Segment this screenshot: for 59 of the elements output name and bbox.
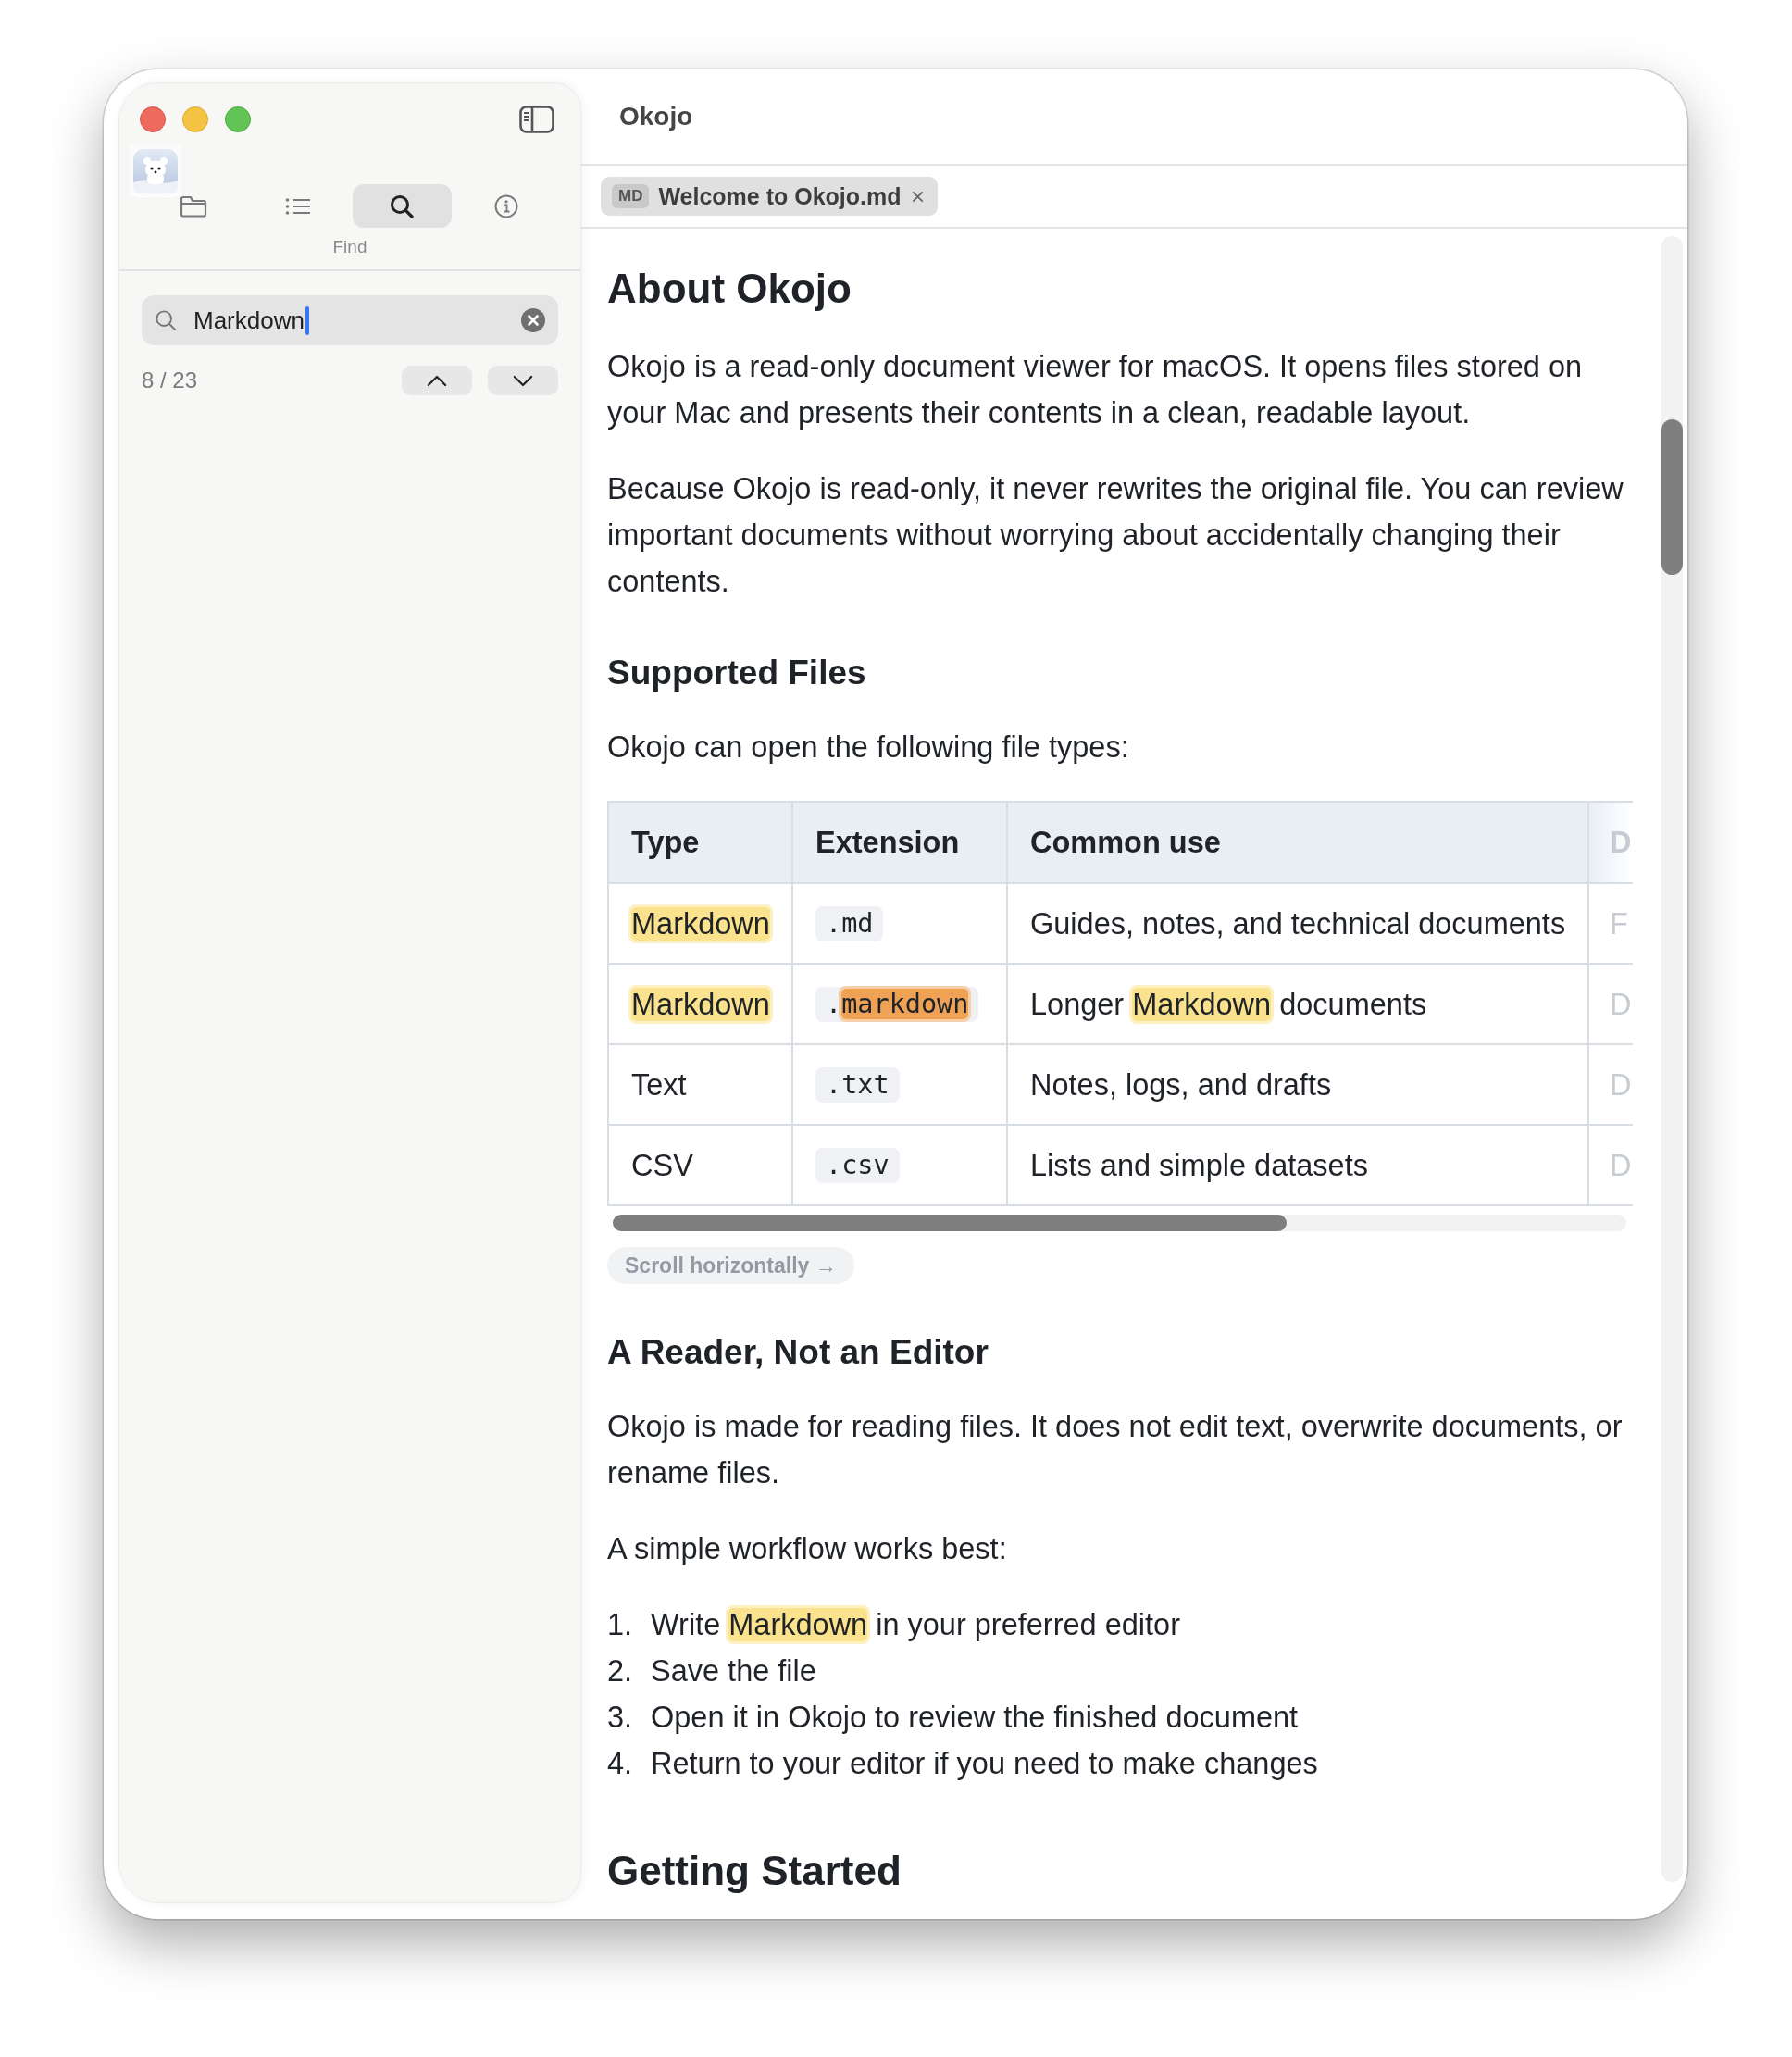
list-item: Save the file bbox=[651, 1653, 816, 1689]
scroll-hint: Scroll horizontally → bbox=[607, 1247, 854, 1284]
search-icon bbox=[390, 193, 415, 218]
folder-icon bbox=[180, 194, 208, 218]
list-number: 1. bbox=[607, 1607, 634, 1643]
scrollbar-thumb[interactable] bbox=[613, 1215, 1287, 1231]
close-icon[interactable] bbox=[910, 189, 925, 204]
list-item: Return to your editor if you need to make changes bbox=[651, 1746, 1318, 1782]
column-header: Common use bbox=[1007, 802, 1588, 883]
info-icon bbox=[493, 193, 518, 218]
file-type-badge: MD bbox=[612, 184, 650, 208]
list-number: 3. bbox=[607, 1700, 634, 1736]
text-caret-icon bbox=[305, 305, 309, 335]
list-item: Write Markdown in your preferred editor bbox=[651, 1607, 1180, 1643]
list-number: 4. bbox=[607, 1746, 634, 1782]
window-title: Okojo bbox=[619, 102, 693, 131]
match-count: 8 / 23 bbox=[142, 368, 198, 393]
search-field[interactable]: Markdown bbox=[142, 295, 558, 345]
table-cell: Markdown bbox=[608, 964, 792, 1044]
paragraph: Okojo is made for reading files. It does not edit text, overwrite documents, or rename files. bbox=[607, 1409, 1624, 1491]
scrollbar-thumb[interactable] bbox=[1661, 419, 1683, 575]
table-cell: Lists and simple datasets bbox=[1007, 1125, 1588, 1205]
document-tab[interactable]: MD Welcome to Okojo.md bbox=[601, 177, 938, 216]
horizontal-scrollbar[interactable] bbox=[613, 1215, 1626, 1231]
paragraph: Okojo can open the following file types: bbox=[607, 729, 1130, 766]
table-cell: Guides, notes, and technical documents bbox=[1007, 883, 1588, 964]
paragraph: A simple workflow works best: bbox=[607, 1531, 1008, 1567]
column-header: Extension bbox=[792, 802, 1007, 883]
paragraph: Because Okojo is read-only, it never rewrites the original file. You can review important documents without worrying about accidentally changing their contents. bbox=[607, 471, 1624, 600]
sidebar-section-title: Find bbox=[331, 236, 368, 258]
table-cell: Longer Markdown documents bbox=[1007, 964, 1588, 1044]
search-icon bbox=[155, 309, 177, 331]
next-match-button[interactable] bbox=[488, 366, 558, 395]
inline-code: .markdown bbox=[815, 987, 979, 1022]
list-number: 2. bbox=[607, 1653, 634, 1689]
heading: About Okojo bbox=[607, 265, 852, 313]
sidebar-tab[interactable] bbox=[352, 184, 452, 228]
sidebar-toggle-icon[interactable] bbox=[519, 106, 554, 133]
inline-code: .md bbox=[815, 906, 884, 941]
subheading: Supported Files bbox=[607, 653, 867, 693]
table-cell: CSV bbox=[608, 1125, 792, 1205]
paragraph: Okojo is a read-only document viewer for macOS. It opens files stored on your Mac and presents their contents in a clean, readable layout. bbox=[607, 349, 1584, 431]
clear-search-icon[interactable] bbox=[521, 308, 545, 332]
subheading: A Reader, Not an Editor bbox=[607, 1332, 989, 1373]
previous-match-button[interactable] bbox=[402, 366, 472, 395]
table-cell: Text bbox=[608, 1044, 792, 1125]
table-cell: Notes, logs, and drafts bbox=[1007, 1044, 1588, 1125]
column-header: Type bbox=[608, 802, 792, 883]
list-icon bbox=[284, 196, 311, 216]
chevron-up-icon bbox=[427, 374, 447, 387]
window-zoom-icon[interactable] bbox=[225, 106, 251, 132]
inline-code: .txt bbox=[815, 1067, 900, 1103]
table-cell: Markdown bbox=[608, 883, 792, 964]
inline-code: .csv bbox=[815, 1148, 900, 1183]
chevron-down-icon bbox=[513, 374, 533, 387]
window-close-icon[interactable] bbox=[140, 106, 166, 132]
vertical-scrollbar[interactable] bbox=[1661, 236, 1683, 1882]
heading: Getting Started bbox=[607, 1847, 902, 1895]
list-item: Open it in Okojo to review the finished document bbox=[651, 1700, 1299, 1736]
